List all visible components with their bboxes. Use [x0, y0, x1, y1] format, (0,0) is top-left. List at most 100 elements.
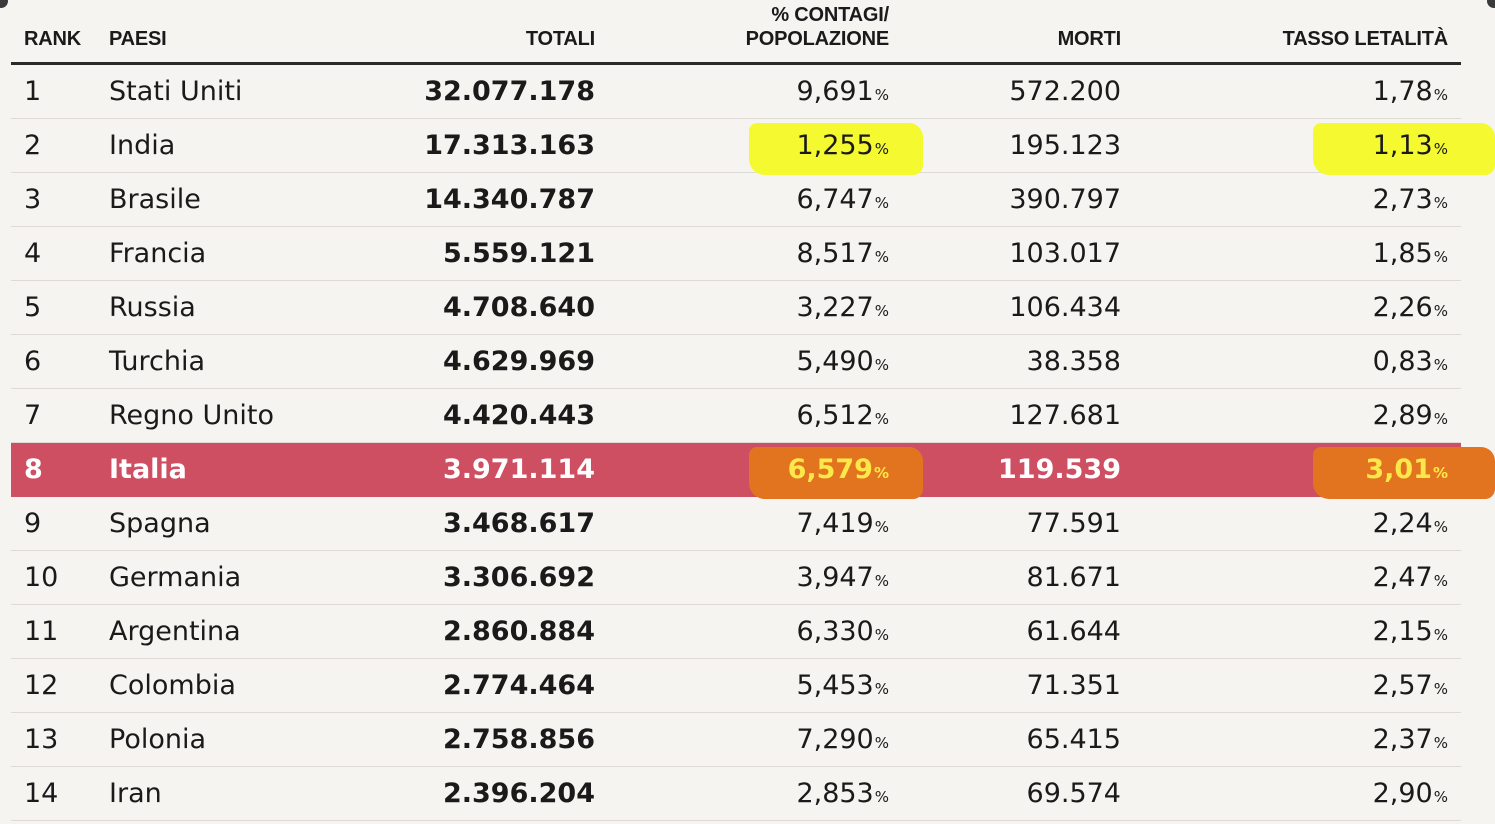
cell-morti-value: 81.671 — [1026, 562, 1121, 593]
cell-tasso: 1,85% — [1373, 227, 1448, 284]
table-row[interactable]: 9 Spagna 3.468.617 7,419% 77.591 2,24% — [11, 497, 1461, 551]
cell-contagi: 7,419% — [796, 497, 889, 554]
cell-morti-value: 572.200 — [1009, 76, 1121, 107]
cell-tasso: 2,24% — [1373, 497, 1448, 554]
cell-contagi-value: 5,453 — [796, 670, 874, 701]
cell-morti: 390.797 — [1009, 173, 1121, 227]
percent-sign: % — [874, 140, 889, 158]
cell-morti-value: 195.123 — [1009, 130, 1121, 161]
cell-contagi-value: 6,512 — [796, 400, 874, 431]
cell-contagi: 7,290% — [796, 713, 889, 770]
cell-paese: Germania — [109, 551, 241, 605]
percent-sign: % — [1432, 464, 1448, 482]
cell-morti: 65.415 — [1027, 713, 1121, 767]
cell-totali: 2.860.884 — [443, 605, 595, 659]
header-totali[interactable]: TOTALI — [526, 27, 595, 51]
cell-tasso-value: 2,47 — [1372, 562, 1433, 593]
cell-totali: 2.396.204 — [443, 767, 595, 821]
cell-totali-value: 3.971.114 — [442, 454, 595, 485]
cell-tasso-value: 3,01 — [1365, 454, 1432, 485]
cell-totali: 4.708.640 — [443, 281, 595, 335]
cell-contagi-value: 3,227 — [796, 292, 874, 323]
cell-rank-value: 9 — [24, 508, 42, 539]
cell-paese-value: Brasile — [109, 184, 201, 215]
cell-paese: Polonia — [109, 713, 206, 767]
cell-paese: Russia — [109, 281, 196, 335]
cell-paese: Argentina — [109, 605, 241, 659]
cell-paese-value: Francia — [109, 238, 207, 269]
table-row[interactable]: 7 Regno Unito 4.420.443 6,512% 127.681 2,89% — [11, 389, 1461, 443]
cell-paese: Spagna — [109, 497, 211, 551]
cell-totali-value: 2.758.856 — [442, 724, 595, 755]
cell-tasso-value: 2,90 — [1372, 778, 1433, 809]
cell-contagi-value: 1,255 — [796, 130, 874, 161]
cell-morti-value: 77.591 — [1026, 508, 1121, 539]
table-row[interactable]: 4 Francia 5.559.121 8,517% 103.017 1,85% — [11, 227, 1461, 281]
cell-contagi-value: 8,517 — [796, 238, 874, 269]
cell-contagi: 1,255% — [796, 119, 889, 176]
covid-country-table: RANK PAESI TOTALI % CONTAGI/ POPOLAZIONE… — [11, 0, 1495, 821]
cell-rank: 4 — [24, 227, 41, 281]
cell-contagi-value: 5,490 — [796, 346, 874, 377]
table-row[interactable]: 8 Italia 3.971.114 6,579% 119.539 3,01% — [11, 443, 1495, 500]
header-paesi[interactable]: PAESI — [109, 27, 167, 51]
percent-sign: % — [874, 680, 889, 698]
cell-rank-value: 12 — [24, 670, 59, 701]
cell-totali: 3.971.114 — [443, 443, 595, 497]
cell-morti-value: 119.539 — [998, 454, 1121, 485]
cell-rank: 2 — [24, 119, 41, 173]
table-body: 1 Stati Uniti 32.077.178 9,691% 572.200 1,78%… — [11, 65, 1495, 821]
table-row[interactable]: 3 Brasile 14.340.787 6,747% 390.797 2,73% — [11, 173, 1461, 227]
cell-contagi-value: 2,853 — [796, 778, 874, 809]
cell-contagi: 9,691% — [796, 65, 889, 122]
cell-totali-value: 2.774.464 — [442, 670, 595, 701]
table-row[interactable]: 10 Germania 3.306.692 3,947% 81.671 2,47% — [11, 551, 1461, 605]
header-tasso-letalita[interactable]: TASSO LETALITÀ — [1283, 27, 1449, 51]
cell-contagi-value: 6,330 — [796, 616, 874, 647]
table-row[interactable]: 12 Colombia 2.774.464 5,453% 71.351 2,57% — [11, 659, 1461, 713]
cell-rank: 10 — [24, 551, 58, 605]
cell-totali-value: 4.420.443 — [442, 400, 595, 431]
cell-tasso: 2,89% — [1373, 389, 1448, 446]
cell-tasso-value: 2,57 — [1372, 670, 1433, 701]
percent-sign: % — [874, 356, 889, 374]
cell-contagi-value: 3,947 — [796, 562, 874, 593]
percent-sign: % — [1433, 302, 1448, 320]
cell-tasso: 2,57% — [1373, 659, 1448, 716]
cell-totali-value: 4.629.969 — [442, 346, 595, 377]
percent-sign: % — [1433, 356, 1448, 374]
percent-sign: % — [1433, 626, 1448, 644]
table-row[interactable]: 6 Turchia 4.629.969 5,490% 38.358 0,83% — [11, 335, 1461, 389]
cell-totali-value: 2.860.884 — [442, 616, 595, 647]
percent-sign: % — [874, 626, 889, 644]
cell-tasso-value: 2,15 — [1372, 616, 1433, 647]
table-row[interactable]: 2 India 17.313.163 1,255% 195.123 1,13% — [11, 119, 1495, 176]
cell-tasso: 2,47% — [1373, 551, 1448, 608]
cell-totali: 3.468.617 — [443, 497, 595, 551]
cell-tasso-value: 2,73 — [1372, 184, 1433, 215]
cell-tasso: 3,01% — [1365, 443, 1448, 500]
cell-paese-value: Argentina — [109, 616, 241, 647]
cell-morti-value: 390.797 — [1009, 184, 1121, 215]
cell-tasso: 1,13% — [1373, 119, 1448, 176]
percent-sign: % — [874, 572, 889, 590]
header-rank[interactable]: RANK — [24, 27, 81, 51]
cell-paese: Francia — [109, 227, 206, 281]
header-morti[interactable]: MORTI — [1058, 27, 1122, 51]
cell-rank-value: 10 — [24, 562, 59, 593]
table-row[interactable]: 1 Stati Uniti 32.077.178 9,691% 572.200 1,78% — [11, 65, 1461, 119]
cell-contagi: 5,453% — [796, 659, 889, 716]
table-row[interactable]: 5 Russia 4.708.640 3,227% 106.434 2,26% — [11, 281, 1461, 335]
table-row[interactable]: 11 Argentina 2.860.884 6,330% 61.644 2,15% — [11, 605, 1461, 659]
cell-rank: 8 — [24, 443, 43, 497]
cell-totali-value: 14.340.787 — [424, 184, 595, 215]
cell-totali-value: 3.306.692 — [442, 562, 595, 593]
header-contagi-popolazione[interactable]: % CONTAGI/ POPOLAZIONE — [746, 3, 890, 51]
cell-tasso: 1,78% — [1373, 65, 1448, 122]
table-row[interactable]: 13 Polonia 2.758.856 7,290% 65.415 2,37% — [11, 713, 1461, 767]
table-row[interactable]: 14 Iran 2.396.204 2,853% 69.574 2,90% — [11, 767, 1461, 821]
cell-paese-value: Spagna — [109, 508, 211, 539]
cell-paese-value: Stati Uniti — [109, 76, 243, 107]
cell-morti: 81.671 — [1027, 551, 1121, 605]
percent-sign: % — [1433, 194, 1448, 212]
